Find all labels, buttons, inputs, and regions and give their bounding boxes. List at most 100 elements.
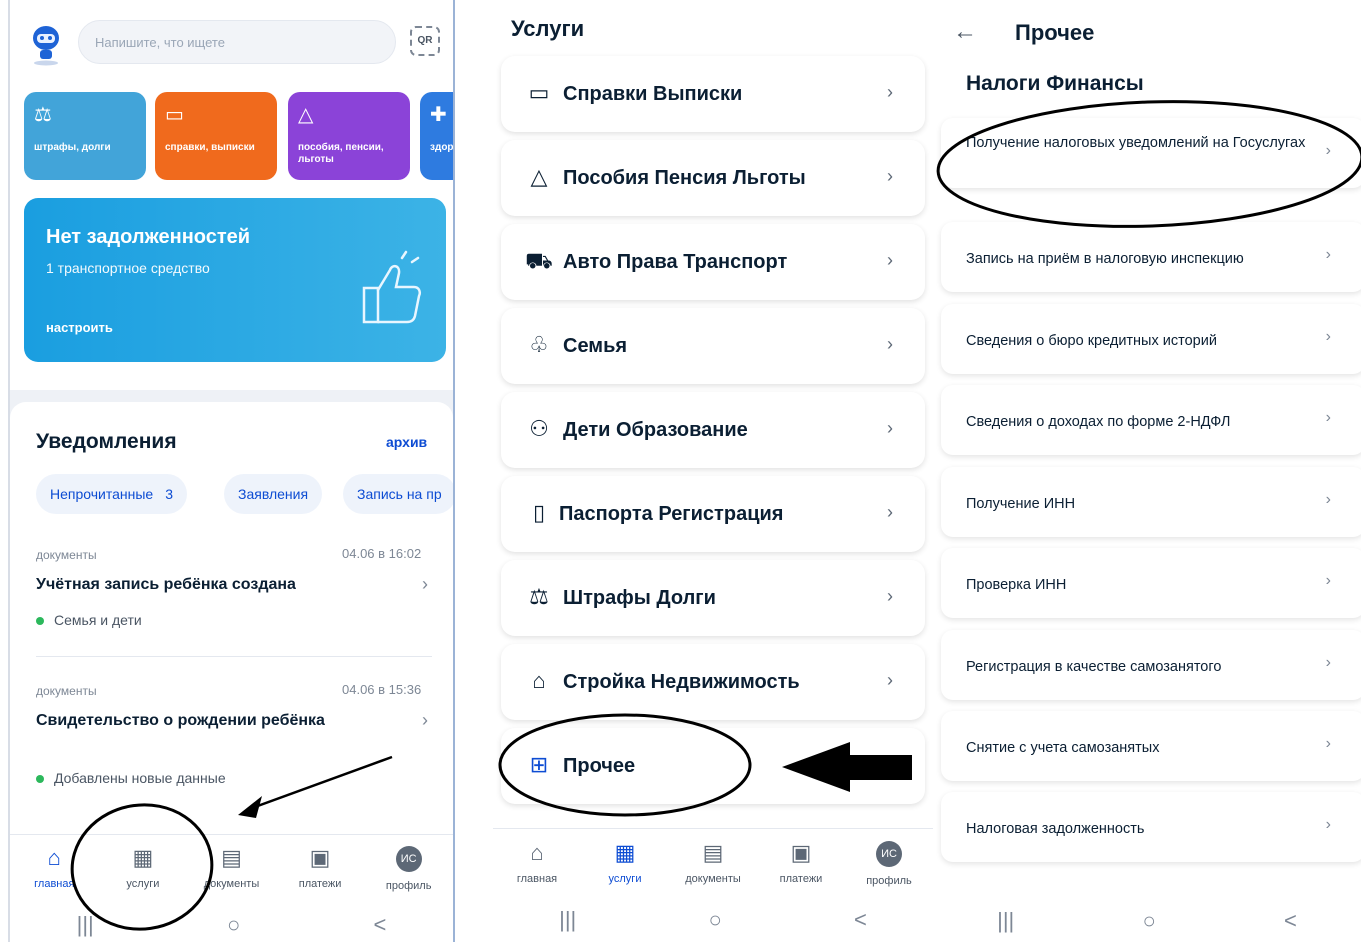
system-home-button[interactable]: ○ <box>1142 908 1155 934</box>
service-label: Дети Образование <box>563 419 748 441</box>
tile-benefits[interactable]: △ пособия, пенсии, льготы <box>288 92 410 180</box>
children-icon: ⚇ <box>529 416 549 441</box>
plus-icon: ✚ <box>430 104 447 126</box>
notification-category: документы <box>36 548 97 562</box>
system-nav-bar: ||| ○ < <box>493 907 933 933</box>
service-item[interactable]: Налоговая задолженность › <box>941 792 1361 862</box>
chip-unread[interactable]: Непрочитанные 3 <box>36 474 188 514</box>
service-auto[interactable]: ⛟ Авто Права Транспорт › <box>501 224 925 300</box>
recent-apps-button[interactable]: ||| <box>77 912 94 938</box>
tile-label: штрафы, долги <box>34 142 111 153</box>
back-arrow-icon[interactable]: ← <box>953 18 977 46</box>
service-benefits[interactable]: △ Пособия Пенсия Льготы › <box>501 140 925 216</box>
service-item[interactable]: Получение налоговых уведомлений на Госус… <box>941 118 1361 188</box>
chevron-right-icon: › <box>1325 572 1331 589</box>
service-children[interactable]: ⚇ Дети Образование › <box>501 392 925 468</box>
recent-apps-button[interactable]: ||| <box>559 907 576 933</box>
tab-label: главная <box>516 873 558 885</box>
notifications-section: Уведомления архив Непрочитанные 3 Заявлен… <box>10 402 453 834</box>
system-nav-bar: ||| ○ < <box>933 908 1361 934</box>
notification-tag: Добавлены новые данные <box>36 770 226 786</box>
tile-certificates[interactable]: ▭ справки, выписки <box>155 92 277 180</box>
service-item-label: Налоговая задолженность <box>966 821 1145 837</box>
tile-label: справки, выписки <box>165 142 255 153</box>
service-item[interactable]: Получение ИНН › <box>941 467 1361 537</box>
service-item[interactable]: Сведения о бюро кредитных историй › <box>941 304 1361 374</box>
debt-title: Нет задолженностей <box>46 226 251 248</box>
tab-services[interactable]: ▦ услуги <box>585 841 665 887</box>
tab-bar: ⌂ главная ▦ услуги ▤ документы ▣ платежи ИС п… <box>493 841 933 888</box>
chevron-right-icon: › <box>1325 142 1331 159</box>
tab-payments[interactable]: ▣ платежи <box>280 846 360 892</box>
wallet-icon: ▣ <box>790 840 812 865</box>
tab-home[interactable]: ⌂ главная <box>497 841 577 887</box>
service-realty[interactable]: ⌂ Стройка Недвижимость › <box>501 644 925 720</box>
home-header: Напишите, что ищете QR ⚖ штрафы, долги ▭… <box>10 0 453 390</box>
service-item-label: Получение налоговых уведомлений на Госус… <box>966 135 1306 151</box>
system-back-button[interactable]: < <box>854 907 867 933</box>
tab-services[interactable]: ▦ услуги <box>103 846 183 892</box>
tab-payments[interactable]: ▣ платежи <box>761 841 841 887</box>
tab-profile[interactable]: ИС профиль <box>849 841 929 887</box>
tab-profile[interactable]: ИС профиль <box>369 846 449 892</box>
system-back-button[interactable]: < <box>374 912 387 938</box>
chevron-right-icon: › <box>887 418 893 438</box>
page-title: Услуги <box>511 16 585 41</box>
chevron-right-icon: › <box>887 586 893 606</box>
tab-documents[interactable]: ▤ документы <box>673 841 753 887</box>
chevron-right-icon[interactable]: › <box>422 574 428 595</box>
service-item[interactable]: Проверка ИНН › <box>941 548 1361 618</box>
chip-count: 3 <box>165 486 174 502</box>
tab-bar: ⌂ главная ▦ услуги ▤ документы ▣ платежи ИС п… <box>10 846 453 893</box>
search-input[interactable]: Напишите, что ищете <box>78 20 396 64</box>
notification-date: 04.06 в 15:36 <box>342 682 422 697</box>
service-item-label: Регистрация в качестве самозанятого <box>966 659 1222 675</box>
archive-link[interactable]: архив <box>386 434 427 450</box>
home-screen: Напишите, что ищете QR ⚖ штрафы, долги ▭… <box>8 0 455 942</box>
chip-applications[interactable]: Заявления <box>224 474 323 514</box>
tab-label: профиль <box>866 875 912 887</box>
system-back-button[interactable]: < <box>1284 908 1297 934</box>
system-home-button[interactable]: ○ <box>708 907 721 933</box>
configure-link[interactable]: настроить <box>46 320 113 335</box>
debt-card[interactable]: Нет задолженностей 1 транспортное средст… <box>24 198 446 362</box>
passport-icon: ▯ <box>532 500 546 525</box>
service-item[interactable]: Запись на приём в налоговую инспекцию › <box>941 222 1361 292</box>
chevron-right-icon: › <box>887 334 893 354</box>
chevron-right-icon: › <box>1325 654 1331 671</box>
notification-title[interactable]: Свидетельство о рождении ребёнка <box>36 712 325 730</box>
tile-fines[interactable]: ⚖ штрафы, долги <box>24 92 146 180</box>
folder-icon: ▭ <box>165 104 184 126</box>
notification-title[interactable]: Учётная запись ребёнка создана <box>36 576 296 594</box>
chevron-right-icon[interactable]: › <box>422 710 428 731</box>
chevron-right-icon: › <box>887 250 893 270</box>
qr-scan-button[interactable]: QR <box>410 26 440 56</box>
tab-label: главная <box>34 878 75 890</box>
chip-appointments[interactable]: Запись на пр <box>343 474 453 514</box>
service-other[interactable]: ⊞ Прочее <box>501 728 925 804</box>
service-certificates[interactable]: ▭ Справки Выписки › <box>501 56 925 132</box>
service-passport[interactable]: ▯ Паспорта Регистрация › <box>501 476 925 552</box>
tab-label: платежи <box>298 878 342 890</box>
gavel-icon: ⚖ <box>529 584 549 609</box>
service-family[interactable]: ♧ Семья › <box>501 308 925 384</box>
gavel-icon: ⚖ <box>34 104 52 126</box>
recent-apps-button[interactable]: ||| <box>997 908 1014 934</box>
house-icon: ⌂ <box>532 668 546 693</box>
tile-health[interactable]: ✚ здор <box>420 92 453 180</box>
tab-home[interactable]: ⌂ главная <box>14 846 94 892</box>
service-fines[interactable]: ⚖ Штрафы Долги › <box>501 560 925 636</box>
system-home-button[interactable]: ○ <box>227 912 240 938</box>
tab-label: услуги <box>126 878 160 890</box>
services-screen: Услуги ▭ Справки Выписки › △ Пособия Пенсия… <box>493 0 933 942</box>
service-item[interactable]: Снятие с учета самозанятых › <box>941 711 1361 781</box>
tab-documents[interactable]: ▤ документы <box>191 846 271 892</box>
service-item-label: Проверка ИНН <box>966 577 1067 593</box>
service-item[interactable]: Регистрация в качестве самозанятого › <box>941 630 1361 700</box>
service-item[interactable]: Сведения о доходах по форме 2-НДФЛ › <box>941 385 1361 455</box>
assistant-robot-icon[interactable] <box>26 22 66 66</box>
document-icon: ▤ <box>702 840 724 865</box>
bell-icon: △ <box>530 164 548 189</box>
chevron-right-icon: › <box>1325 246 1331 263</box>
chevron-right-icon: › <box>1325 735 1331 752</box>
